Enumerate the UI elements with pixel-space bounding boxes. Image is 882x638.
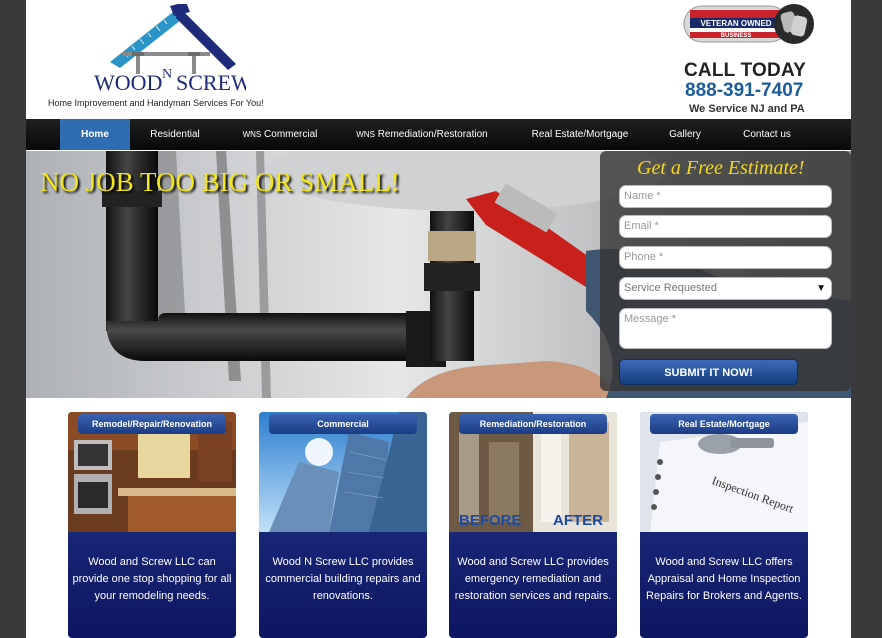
estimate-form: Get a Free Estimate! Name * Email * Phon… <box>600 151 851 391</box>
name-field[interactable]: Name * <box>619 185 832 208</box>
card-text-commercial: Wood N Screw LLC provides commercial bui… <box>265 556 421 602</box>
logo-text-n: N <box>162 67 172 82</box>
card-tab-remediation[interactable]: Remediation/Restoration <box>459 414 607 434</box>
main-nav: Home Residential WNS Commercial WNS Reme… <box>26 119 851 150</box>
estimate-title: Get a Free Estimate! <box>637 157 805 179</box>
service-select-value: Service Requested <box>624 282 717 294</box>
nav-real-estate[interactable]: Real Estate/Mortgage <box>524 119 636 150</box>
nav-remediation[interactable]: WNS Remediation/Restoration <box>352 119 492 150</box>
veteran-owned-badge: VETERAN OWNED BUSINESS <box>683 4 814 44</box>
service-card-commercial[interactable]: Commercial Wood N Screw LLC provides com… <box>259 412 427 638</box>
nav-contact[interactable]: Contact us <box>734 119 800 150</box>
email-field[interactable]: Email * <box>619 215 832 238</box>
page: WOOD N SCREW Home Improvement and Handym… <box>26 0 851 638</box>
card-text-remediation: Wood and Screw LLC provides emergency re… <box>454 556 612 602</box>
phone-number[interactable]: 888-391-7407 <box>685 80 803 102</box>
badge-line2: BUSINESS <box>721 33 752 39</box>
service-select[interactable]: Service Requested ▼ <box>619 277 832 300</box>
card-tab-commercial[interactable]: Commercial <box>269 414 417 434</box>
logo-text-screw: SCREW <box>176 70 246 95</box>
card-tab-real-estate[interactable]: Real Estate/Mortgage <box>650 414 798 434</box>
nav-commercial[interactable]: WNS Commercial <box>230 119 330 150</box>
card-text-remodel: Wood and Screw LLC can provide one stop … <box>72 556 232 602</box>
service-area: We Service NJ and PA <box>689 103 805 115</box>
nav-residential[interactable]: Residential <box>140 119 210 150</box>
phone-field[interactable]: Phone * <box>619 246 832 269</box>
wood-n-screw-logo[interactable]: WOOD N SCREW <box>86 4 246 100</box>
logo-text-wood: WOOD <box>94 70 162 95</box>
service-card-remodel[interactable]: Remodel/Repair/Renovation Wood and Screw… <box>68 412 236 638</box>
hero-headline: NO JOB TOO BIG OR SMALL! <box>40 167 400 197</box>
call-today-label: CALL TODAY <box>684 60 807 81</box>
card-text-real-estate: Wood and Screw LLC offers Appraisal and … <box>646 556 802 602</box>
badge-line1: VETERAN OWNED <box>700 19 771 28</box>
after-label: AFTER <box>553 512 603 529</box>
before-label: BEFORE <box>459 512 522 529</box>
service-card-real-estate[interactable]: Inspection Report Real Estate/Mortgage W… <box>640 412 808 638</box>
nav-gallery[interactable]: Gallery <box>660 119 710 150</box>
tagline: Home Improvement and Handyman Services F… <box>48 98 264 108</box>
message-field[interactable]: Message * <box>619 308 832 349</box>
nav-home[interactable]: Home <box>60 119 130 150</box>
card-tab-remodel[interactable]: Remodel/Repair/Renovation <box>78 414 226 434</box>
dropdown-arrow-icon: ▼ <box>816 283 826 294</box>
submit-button[interactable]: SUBMIT IT NOW! <box>619 359 798 385</box>
service-card-remediation[interactable]: BEFORE AFTER Remediation/Restoration Woo… <box>449 412 617 638</box>
